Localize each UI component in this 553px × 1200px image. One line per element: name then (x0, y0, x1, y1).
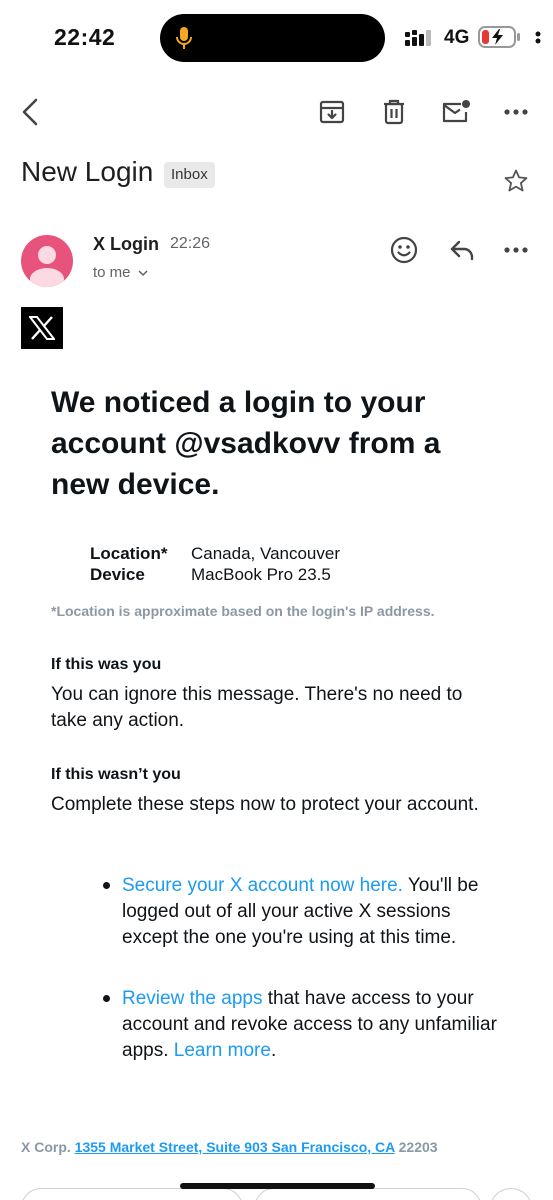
device-label: Device (90, 565, 145, 584)
react-emoji-button[interactable] (386, 232, 422, 268)
smiley-icon (390, 236, 418, 264)
bullet-marker (101, 993, 112, 1004)
recipient-label: to me (93, 264, 131, 281)
location-value: Canada, Vancouver (191, 544, 341, 563)
email-toolbar (0, 88, 553, 136)
email-footer: X Corp. 1355 Market Street, Suite 903 Sa… (21, 1139, 438, 1155)
reply-action-button[interactable] (21, 1188, 243, 1200)
footer-zip: 22203 (398, 1139, 438, 1155)
archive-icon (319, 100, 345, 124)
archive-button[interactable] (314, 94, 350, 130)
back-button[interactable] (14, 88, 46, 136)
person-icon (30, 246, 64, 287)
delete-button[interactable] (376, 94, 412, 130)
location-footnote: *Location is approximate based on the lo… (51, 603, 435, 619)
dynamic-island (160, 14, 385, 62)
list-item: Secure your X account now here. You'll b… (122, 873, 507, 951)
email-headline: We noticed a login to your account @vsad… (51, 386, 441, 501)
footer-address-link[interactable]: 1355 Market Street, Suite 903 San Franci… (75, 1139, 395, 1155)
inbox-label-badge[interactable]: Inbox (164, 162, 215, 188)
star-button[interactable] (503, 168, 529, 199)
trash-icon (384, 99, 404, 125)
sender-avatar[interactable] (21, 235, 73, 287)
reply-button[interactable] (444, 232, 480, 268)
mark-unread-button[interactable] (438, 94, 474, 130)
battery-low-charging-icon (478, 26, 520, 48)
device-value: MacBook Pro 23.5 (191, 565, 331, 584)
x-brand-icon (29, 316, 55, 340)
forward-action-button[interactable] (254, 1188, 482, 1200)
list-item-tail: . (270, 1040, 277, 1061)
secure-account-link[interactable]: Secure your X account now here. (122, 875, 403, 896)
review-apps-link[interactable]: Review the apps (122, 988, 262, 1009)
react-action-button[interactable] (490, 1188, 532, 1200)
more-horizontal-icon (504, 109, 528, 115)
section-text-if-you: You can ignore this message. There's no … (51, 684, 463, 731)
location-indicator-icon (535, 31, 541, 44)
message-more-options-button[interactable] (500, 232, 532, 268)
star-outline-icon (504, 169, 528, 192)
reply-icon (450, 240, 474, 261)
sent-time: 22:26 (170, 235, 211, 252)
microphone-icon (176, 27, 192, 49)
more-options-button[interactable] (500, 94, 532, 130)
section-text-if-not-you: Complete these steps now to protect your… (51, 794, 479, 815)
learn-more-link[interactable]: Learn more (174, 1040, 271, 1061)
chevron-left-icon (22, 98, 38, 126)
status-time: 22:42 (54, 24, 116, 50)
home-indicator (180, 1183, 375, 1189)
status-bar: 22:42 4G (0, 0, 553, 80)
email-subject: New Login (21, 156, 154, 187)
cellular-signal-icon (405, 30, 431, 46)
bullet-marker (101, 880, 112, 891)
footer-company: X Corp. (21, 1139, 71, 1155)
list-item: Review the apps that have access to your… (122, 986, 507, 1064)
section-title-if-not-you: If this wasn’t you (51, 766, 181, 783)
recipient-details-toggle[interactable]: to me (93, 264, 148, 281)
x-logo (21, 307, 63, 349)
section-title-if-you: If this was you (51, 656, 162, 673)
location-label: Location* (90, 544, 168, 563)
network-type: 4G (444, 27, 470, 48)
more-horizontal-icon (504, 247, 528, 253)
sender-name[interactable]: X Login (93, 234, 159, 255)
mark-unread-icon (442, 100, 470, 123)
chevron-down-icon (138, 270, 148, 277)
